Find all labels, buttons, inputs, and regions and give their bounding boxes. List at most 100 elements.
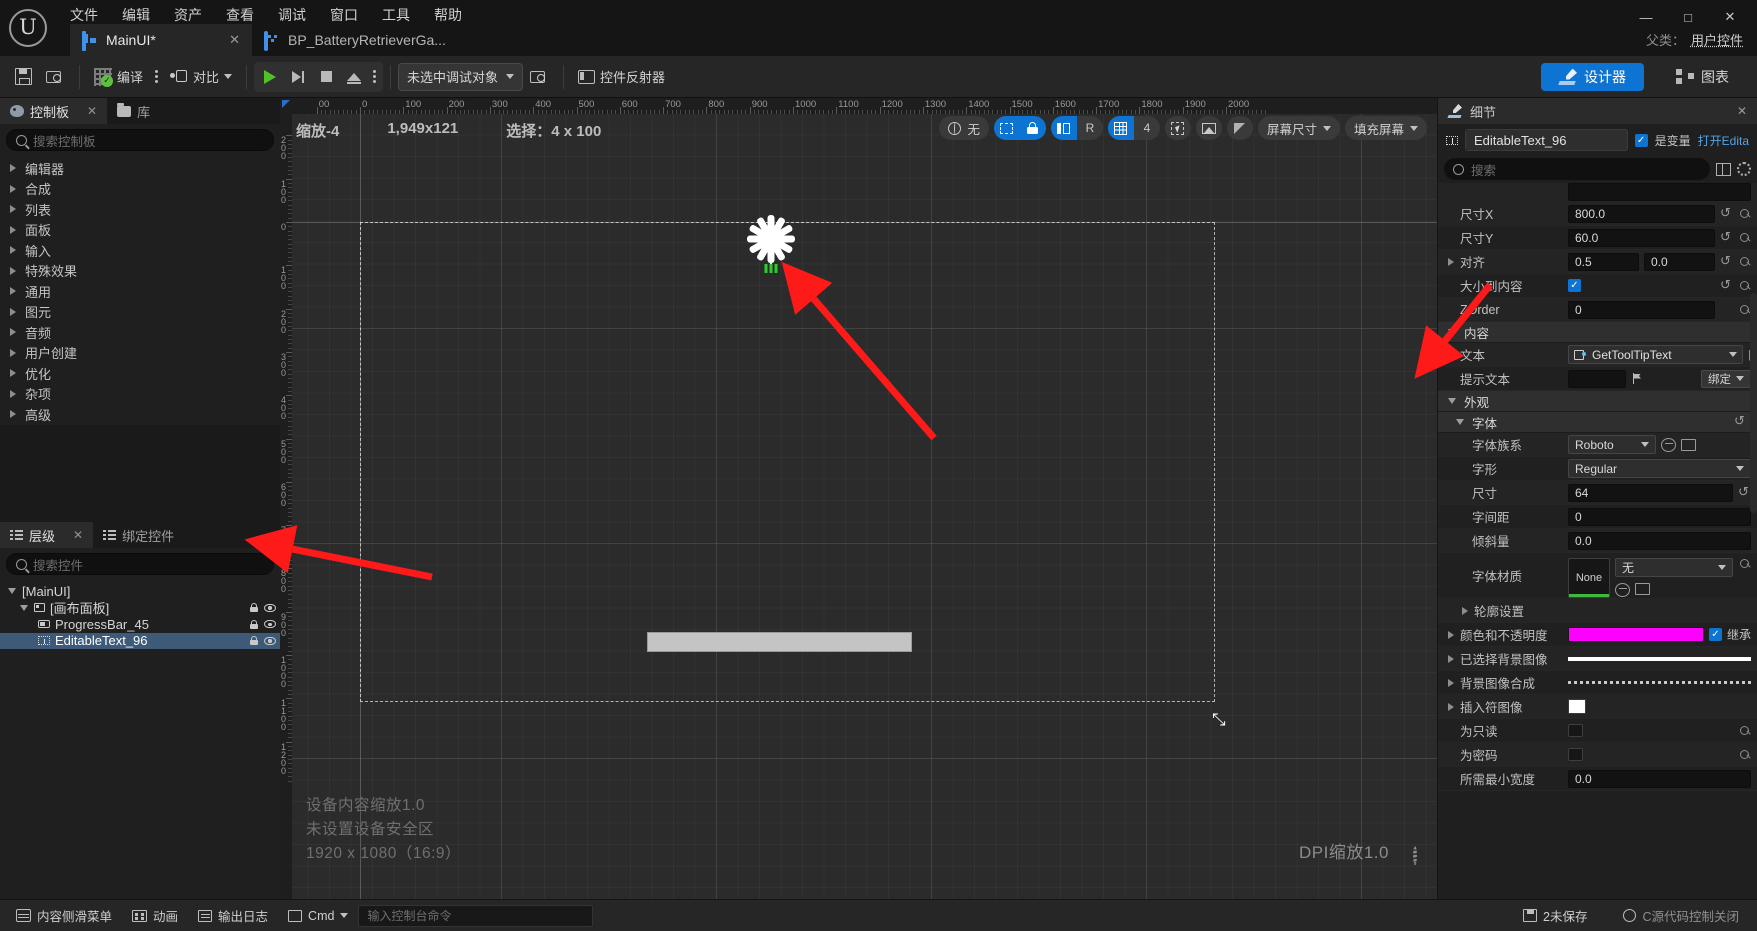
material-browse-icon[interactable] xyxy=(1615,582,1630,597)
font-material-select[interactable]: 无 xyxy=(1615,557,1733,577)
tree-item-progressbar-45[interactable]: ProgressBar_45 xyxy=(0,616,280,633)
reset-icon[interactable] xyxy=(1720,229,1733,245)
bind-pin-icon[interactable] xyxy=(1738,558,1751,570)
reset-icon[interactable] xyxy=(1720,253,1733,269)
hint-text-bind-button[interactable]: 绑定 xyxy=(1701,369,1751,388)
image-toggle[interactable] xyxy=(1196,116,1222,140)
content-drawer-button[interactable]: 内容侧滑菜单 xyxy=(6,904,122,928)
chevron-right-icon[interactable] xyxy=(1448,654,1454,663)
resize-handle-icon[interactable]: ⤡ xyxy=(1212,710,1226,730)
tree-item-mainui[interactable]: [MainUI] xyxy=(0,583,280,600)
tab-hierarchy[interactable]: 层级 ✕ xyxy=(0,522,94,548)
animation-button[interactable]: 动画 xyxy=(122,904,188,928)
palette-category-list[interactable]: 列表 xyxy=(0,199,280,220)
lock-icon[interactable] xyxy=(250,636,258,646)
grid-toggle[interactable] xyxy=(1107,116,1134,140)
palette-category-primitive[interactable]: 图元 xyxy=(0,302,280,323)
chevron-right-icon[interactable] xyxy=(1448,678,1454,687)
tab-designer[interactable]: 设计器 xyxy=(1541,62,1644,91)
text-binding-select[interactable]: GetToolTipText xyxy=(1568,345,1744,364)
bind-pin-icon[interactable] xyxy=(1738,725,1751,737)
progress-bar-widget[interactable] xyxy=(647,632,912,652)
tab-bound-widgets[interactable]: 绑定控件 xyxy=(93,522,185,548)
material-folder-icon[interactable] xyxy=(1635,582,1650,595)
readonly-checkbox[interactable] xyxy=(1568,724,1583,737)
palette-search-input[interactable]: 搜索控制板 xyxy=(6,129,274,151)
cmd-select[interactable]: Cmd xyxy=(278,904,358,928)
property-input[interactable] xyxy=(1568,183,1751,201)
palette-category-advanced[interactable]: 高级 xyxy=(0,404,280,425)
cursor-toggle[interactable] xyxy=(1165,116,1191,140)
details-search-input[interactable]: 搜索 xyxy=(1444,158,1710,180)
palette-category-user-created[interactable]: 用户创建 xyxy=(0,343,280,364)
bind-pin-icon[interactable] xyxy=(1738,280,1751,292)
lock-icon[interactable] xyxy=(250,619,258,629)
section-appearance[interactable]: 外观 xyxy=(1438,391,1757,412)
caret-image-swatch[interactable] xyxy=(1568,699,1586,714)
columns-view-icon[interactable] xyxy=(1716,162,1731,176)
eject-button[interactable] xyxy=(340,63,368,91)
palette-category-compound[interactable]: 合成 xyxy=(0,179,280,200)
lock-toggle[interactable] xyxy=(1019,116,1046,140)
browse-button[interactable] xyxy=(39,61,72,93)
size-y-input[interactable]: 60.0 xyxy=(1568,228,1715,247)
details-tab[interactable]: 细节 ✕ xyxy=(1438,98,1757,124)
bind-pin-icon[interactable] xyxy=(1738,749,1751,761)
ltr-toggle[interactable] xyxy=(1050,116,1077,140)
details-scrollbar[interactable] xyxy=(1750,293,1757,513)
tab-bp-battery-retriever[interactable]: BP_BatteryRetrieverGa... xyxy=(252,24,458,56)
chevron-right-icon[interactable] xyxy=(1448,702,1454,711)
tree-item-editabletext-96[interactable]: EditableText_96 xyxy=(0,632,280,649)
play-button[interactable] xyxy=(256,63,284,91)
eye-icon[interactable] xyxy=(264,636,276,645)
font-material-thumbnail[interactable]: None xyxy=(1568,557,1610,598)
color-swatch[interactable] xyxy=(1568,627,1704,642)
details-close-icon[interactable]: ✕ xyxy=(1737,104,1747,118)
size-x-input[interactable]: 800.0 xyxy=(1568,204,1715,223)
zorder-input[interactable]: 0 xyxy=(1568,300,1715,319)
eye-icon[interactable] xyxy=(264,620,276,629)
dpi-settings-icon[interactable] xyxy=(1413,846,1417,865)
designer-viewport[interactable]: 00 0 100 200 300 400 500 600 700 800 900 1000 1100 12… xyxy=(280,98,1437,899)
flag-icon[interactable] xyxy=(1631,372,1643,385)
is-variable-checkbox[interactable]: ✓ xyxy=(1634,133,1648,147)
console-command-input[interactable]: 输入控制台命令 xyxy=(358,904,594,927)
palette-category-editor[interactable]: 编辑器 xyxy=(0,158,280,179)
tab-graph[interactable]: 图表 xyxy=(1658,63,1747,91)
object-name-input[interactable]: EditableText_96 xyxy=(1465,129,1628,151)
palette-category-panel[interactable]: 面板 xyxy=(0,220,280,241)
chevron-down-icon[interactable] xyxy=(20,604,28,611)
open-edit-link[interactable]: 打开Edita xyxy=(1698,132,1749,149)
mirror-toggle[interactable] xyxy=(1227,116,1253,140)
password-checkbox[interactable] xyxy=(1568,748,1583,761)
widget-reflector-button[interactable]: 控件反射器 xyxy=(571,61,672,93)
rtl-toggle[interactable]: R xyxy=(1077,116,1103,140)
palette-category-special-effects[interactable]: 特殊效果 xyxy=(0,261,280,282)
palette-category-optimization[interactable]: 优化 xyxy=(0,363,280,384)
alignment-y-input[interactable]: 0.0 xyxy=(1644,252,1715,271)
fill-screen-select[interactable]: 填充屏幕 xyxy=(1344,116,1427,140)
font-browse-icon[interactable] xyxy=(1661,437,1676,452)
chevron-right-icon[interactable] xyxy=(1448,630,1454,639)
palette-category-audio[interactable]: 音频 xyxy=(0,322,280,343)
lock-icon[interactable] xyxy=(250,603,258,613)
tab-palette[interactable]: 控制板 ✕ xyxy=(0,98,108,124)
bind-pin-icon[interactable] xyxy=(1738,208,1751,220)
chevron-down-icon[interactable] xyxy=(8,588,16,595)
maximize-icon[interactable]: □ xyxy=(1667,4,1709,30)
save-button[interactable] xyxy=(8,61,39,93)
unsaved-items-button[interactable]: 2未保存 xyxy=(1513,904,1597,928)
selection-outline-toggle[interactable] xyxy=(993,116,1020,140)
bind-pin-icon[interactable] xyxy=(1738,232,1751,244)
tab-mainui-close-icon[interactable]: ✕ xyxy=(209,32,240,48)
alignment-x-input[interactable]: 0.5 xyxy=(1568,252,1639,271)
font-family-select[interactable]: Roboto xyxy=(1568,435,1656,454)
localization-preview-button[interactable]: 无 xyxy=(939,116,989,140)
font-size-input[interactable]: 64 xyxy=(1568,483,1733,502)
compile-button[interactable]: ✓ 编译 xyxy=(87,61,150,93)
palette-category-common[interactable]: 通用 xyxy=(0,281,280,302)
palette-category-misc[interactable]: 杂项 xyxy=(0,384,280,405)
chevron-right-icon[interactable] xyxy=(1462,606,1468,615)
stop-button[interactable] xyxy=(312,63,340,91)
eye-icon[interactable] xyxy=(264,603,276,612)
